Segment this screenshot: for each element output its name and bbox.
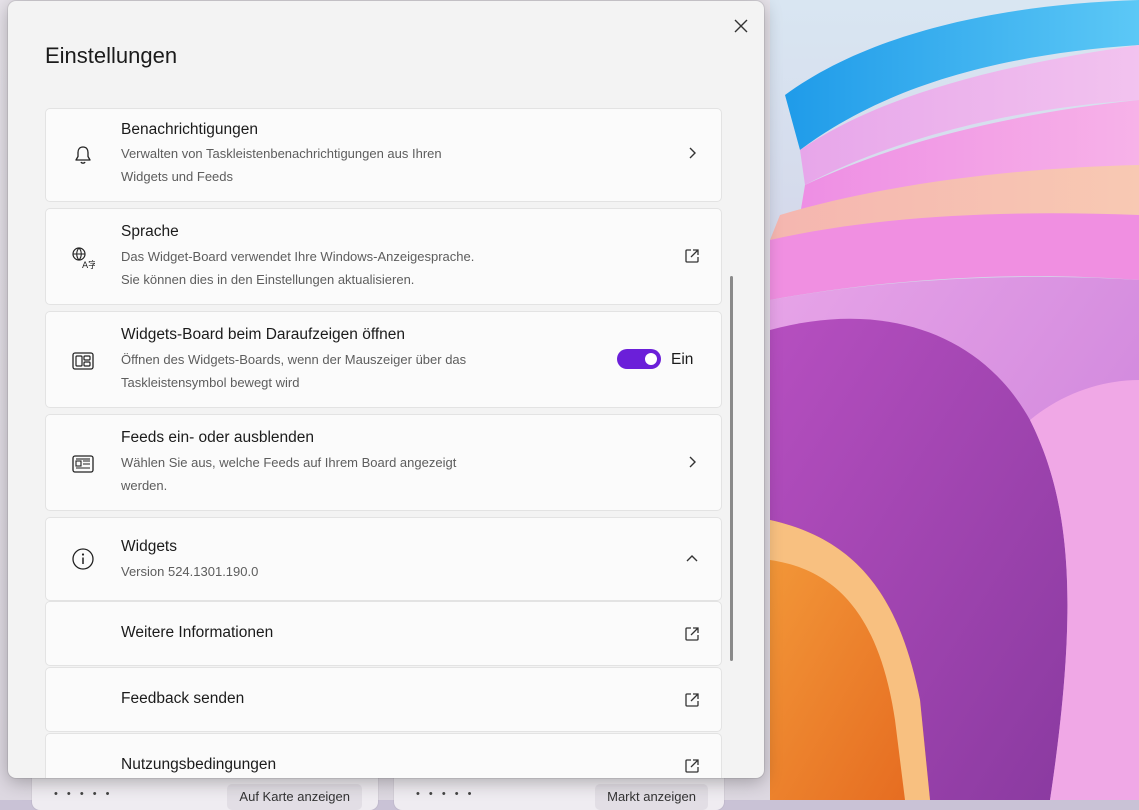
setting-widgets-info[interactable]: Widgets Version 524.1301.190.0 — [45, 517, 722, 601]
settings-list: Benachrichtigungen Verwalten von Tasklei… — [45, 108, 722, 778]
bell-icon — [70, 142, 96, 168]
dialog-title: Einstellungen — [45, 43, 178, 68]
setting-description: Öffnen des Widgets-Boards, wenn der Maus… — [121, 352, 467, 367]
show-on-map-button[interactable]: Auf Karte anzeigen — [227, 784, 362, 810]
close-button[interactable] — [728, 13, 754, 39]
setting-title: Widgets — [121, 538, 177, 555]
close-icon — [734, 19, 748, 33]
external-link-icon — [681, 623, 703, 645]
link-label: Feedback senden — [121, 690, 245, 707]
setting-open-on-hover[interactable]: Widgets-Board beim Daraufzeigen öffnen Ö… — [45, 311, 722, 408]
external-link-icon — [681, 689, 703, 711]
link-label: Weitere Informationen — [121, 624, 274, 641]
external-link-icon — [681, 245, 703, 267]
settings-dialog: Einstellungen Benachrichtigungen Verwalt… — [8, 1, 764, 778]
show-market-button[interactable]: Markt anzeigen — [595, 784, 708, 810]
info-icon — [70, 546, 96, 572]
version-text: Version 524.1301.190.0 — [121, 564, 259, 579]
widgets-board-icon — [70, 348, 96, 374]
hover-open-toggle[interactable] — [617, 349, 661, 369]
setting-title: Sprache — [121, 223, 179, 240]
news-feed-icon — [70, 451, 96, 477]
setting-description: werden. — [121, 478, 168, 493]
toggle-state-label: Ein — [671, 351, 694, 368]
link-more-info[interactable]: Weitere Informationen — [45, 601, 722, 666]
scrollbar-thumb[interactable] — [730, 276, 733, 661]
setting-description: Verwalten von Taskleistenbenachrichtigun… — [121, 146, 442, 161]
setting-title: Widgets-Board beim Daraufzeigen öffnen — [121, 326, 406, 343]
chevron-right-icon — [681, 451, 703, 473]
setting-description: Das Widget-Board verwendet Ihre Windows-… — [121, 249, 475, 264]
setting-notifications[interactable]: Benachrichtigungen Verwalten von Tasklei… — [45, 108, 722, 202]
svg-text:A字: A字 — [82, 259, 95, 270]
setting-description: Taskleistensymbol bewegt wird — [121, 375, 300, 390]
chevron-up-icon[interactable] — [681, 547, 703, 569]
setting-description: Wählen Sie aus, welche Feeds auf Ihrem B… — [121, 455, 457, 470]
setting-description: Widgets und Feeds — [121, 169, 234, 184]
link-label: Nutzungsbedingungen — [121, 756, 277, 773]
toggle-knob — [645, 353, 657, 365]
link-terms-of-use[interactable]: Nutzungsbedingungen — [45, 733, 722, 778]
setting-feeds[interactable]: Feeds ein- oder ausblenden Wählen Sie au… — [45, 414, 722, 511]
external-link-icon — [681, 755, 703, 777]
pager-dots: • • • • • — [416, 788, 475, 800]
setting-title: Benachrichtigungen — [121, 121, 259, 138]
setting-language[interactable]: A字 Sprache Das Widget-Board verwendet Ih… — [45, 208, 722, 305]
language-icon: A字 — [70, 245, 96, 271]
chevron-right-icon — [681, 142, 703, 164]
link-send-feedback[interactable]: Feedback senden — [45, 667, 722, 732]
setting-title: Feeds ein- oder ausblenden — [121, 429, 315, 446]
setting-description: Sie können dies in den Einstellungen akt… — [121, 272, 415, 287]
pager-dots: • • • • • — [54, 788, 113, 800]
